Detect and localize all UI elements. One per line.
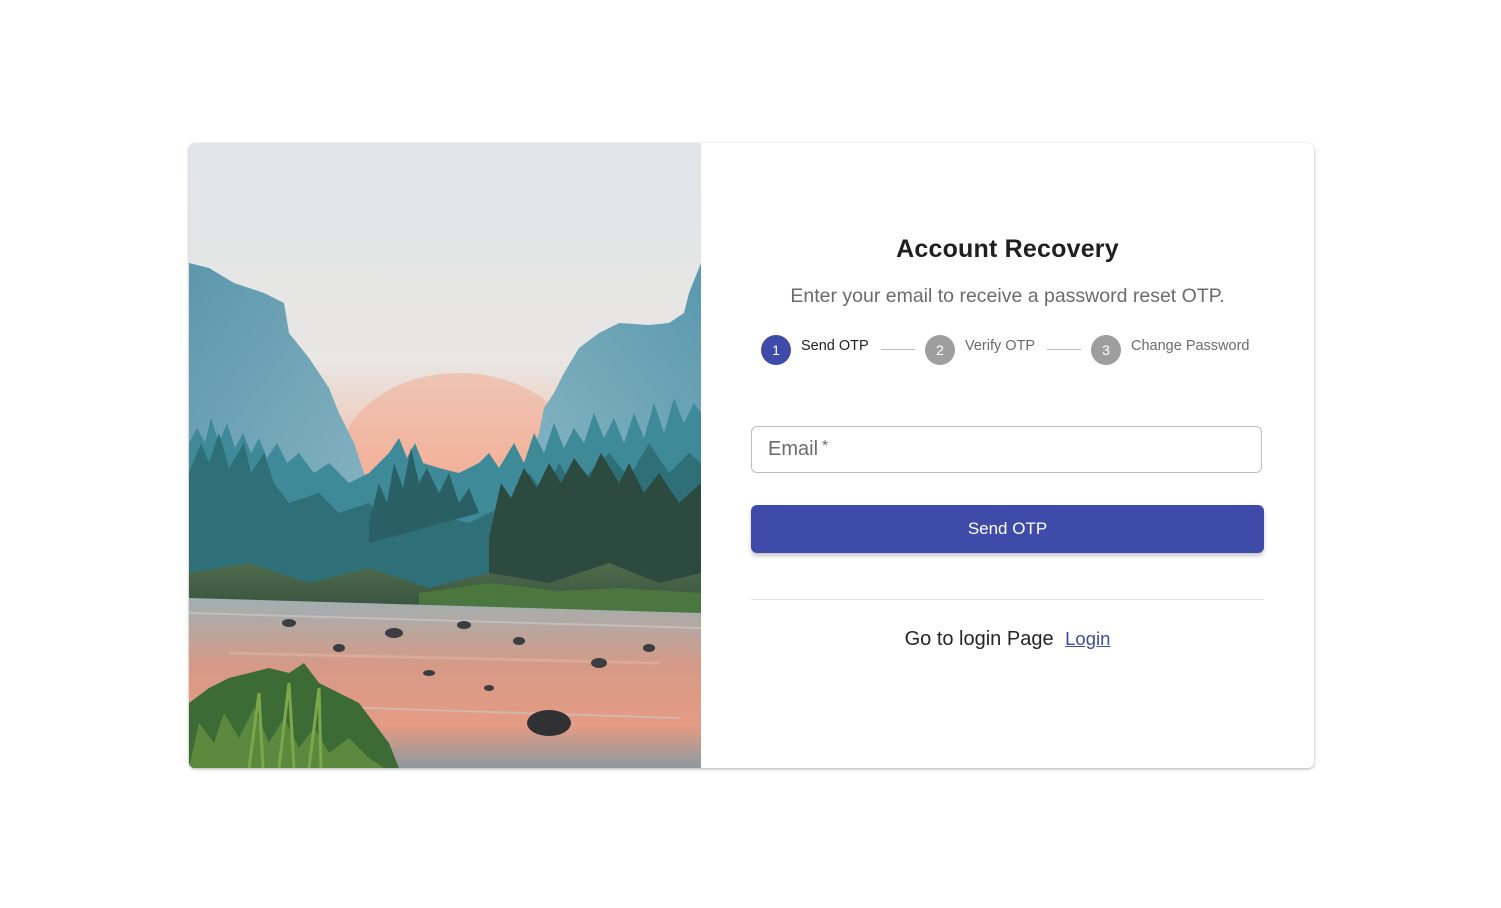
step-2-label: Verify OTP <box>965 338 1036 354</box>
divider <box>751 599 1264 600</box>
step-3-label: Change Password <box>1131 338 1250 354</box>
login-prompt: Go to login Page Login <box>701 628 1314 651</box>
page-subtitle: Enter your email to receive a password r… <box>790 285 1225 307</box>
step-send-otp: 1 Send OTP <box>761 335 869 365</box>
login-prompt-text: Go to login Page <box>904 628 1054 650</box>
required-mark: * <box>822 437 829 455</box>
step-1-label: Send OTP <box>801 338 869 354</box>
recovery-stepper: 1 Send OTP 2 Verify OTP 3 Change Passwor… <box>761 335 1261 367</box>
recovery-form-panel: Account Recovery Enter your email to rec… <box>701 143 1314 768</box>
send-otp-button[interactable]: Send OTP <box>751 505 1264 553</box>
step-3-number-badge: 3 <box>1091 335 1121 365</box>
hero-landscape-image <box>189 143 701 768</box>
step-connector <box>1047 349 1081 350</box>
email-field-label: Email <box>768 438 819 460</box>
step-verify-otp: 2 Verify OTP <box>925 335 1035 365</box>
step-1-number-badge: 1 <box>761 335 791 365</box>
step-connector <box>881 349 915 350</box>
login-link[interactable]: Login <box>1065 628 1110 649</box>
recovery-card: Account Recovery Enter your email to rec… <box>189 143 1314 768</box>
page-title: Account Recovery <box>896 235 1119 263</box>
step-2-number-badge: 2 <box>925 335 955 365</box>
email-field[interactable]: Email * <box>751 426 1262 473</box>
step-change-password: 3 Change Password <box>1091 335 1250 365</box>
